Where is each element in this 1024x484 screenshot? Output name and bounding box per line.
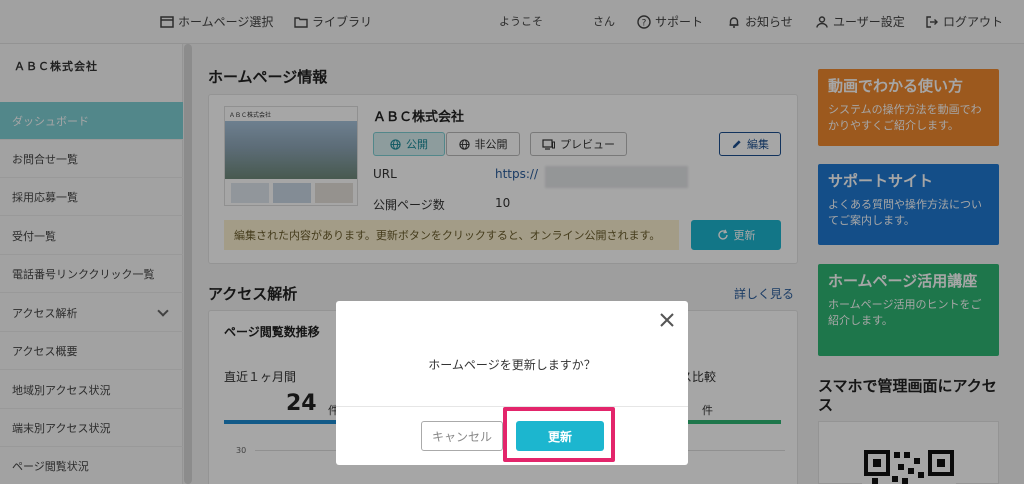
callout-highlight-box: [503, 407, 615, 462]
cancel-button[interactable]: キャンセル: [421, 421, 503, 451]
close-icon[interactable]: [658, 311, 676, 329]
dialog-message: ホームページを更新しますか？: [428, 358, 596, 372]
